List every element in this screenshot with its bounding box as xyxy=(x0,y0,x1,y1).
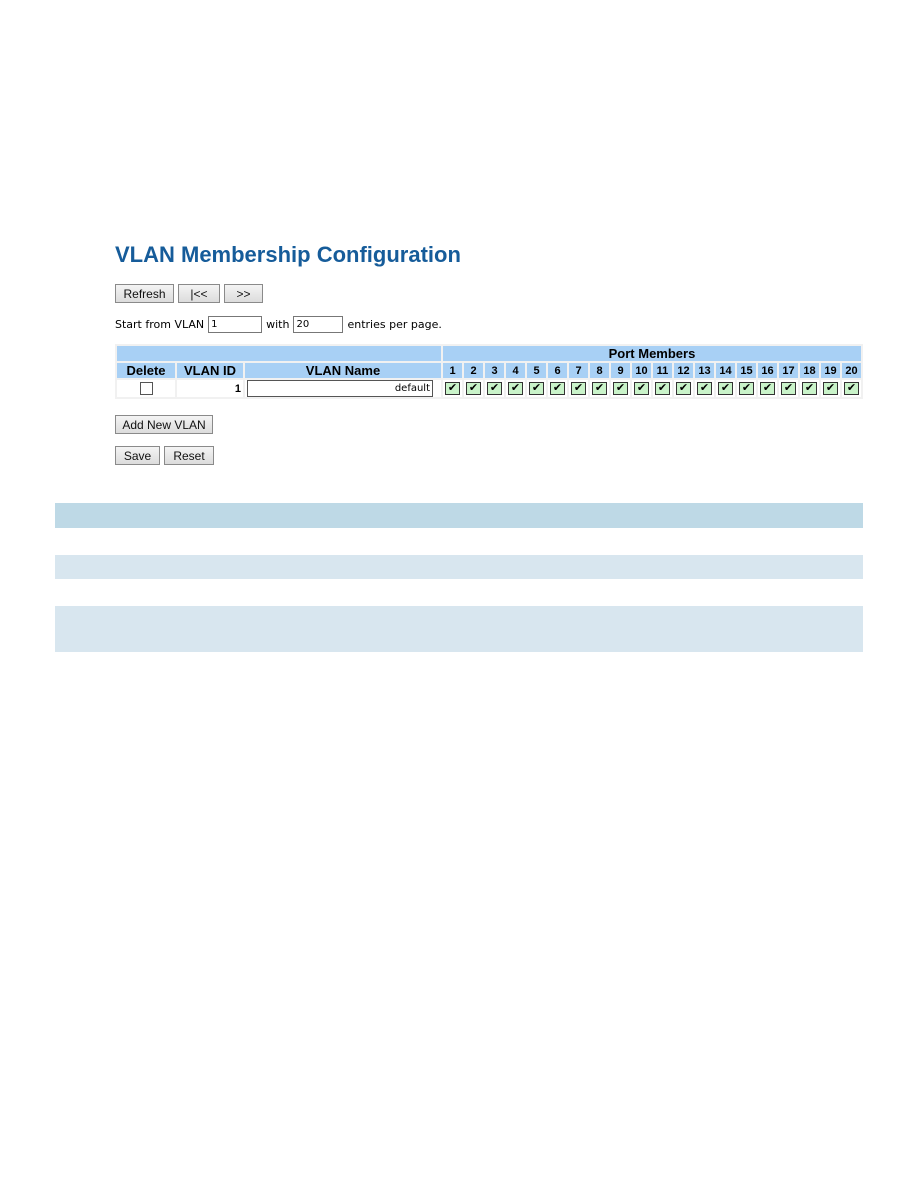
port-5-member-checkbox[interactable]: ✔ xyxy=(529,382,544,395)
port-3-member-checkbox[interactable]: ✔ xyxy=(487,382,502,395)
port-20-member-checkbox[interactable]: ✔ xyxy=(844,382,859,395)
port-13-member-checkbox[interactable]: ✔ xyxy=(697,382,712,395)
first-page-button[interactable]: |<< xyxy=(178,284,220,303)
port-member-cell: ✔ xyxy=(443,380,462,397)
port-6-member-checkbox[interactable]: ✔ xyxy=(550,382,565,395)
header-port-3: 3 xyxy=(485,363,504,378)
header-port-17: 17 xyxy=(779,363,798,378)
header-spacer xyxy=(117,346,441,361)
port-member-cell: ✔ xyxy=(590,380,609,397)
vlan-name-input[interactable] xyxy=(247,380,433,397)
header-port-13: 13 xyxy=(695,363,714,378)
info-table-row xyxy=(55,606,863,652)
port-1-member-checkbox[interactable]: ✔ xyxy=(445,382,460,395)
header-port-15: 15 xyxy=(737,363,756,378)
port-member-cell: ✔ xyxy=(758,380,777,397)
header-port-6: 6 xyxy=(548,363,567,378)
port-member-cell: ✔ xyxy=(506,380,525,397)
header-port-12: 12 xyxy=(674,363,693,378)
entries-suffix-label: entries per page. xyxy=(347,318,442,331)
header-port-9: 9 xyxy=(611,363,630,378)
table-row: 1 ✔ ✔ ✔ ✔ ✔ ✔ ✔ ✔ ✔ ✔ ✔ ✔ ✔ ✔ ✔ ✔ ✔ ✔ ✔ ✔ xyxy=(117,380,861,397)
header-port-members: Port Members xyxy=(443,346,861,361)
start-vlan-input[interactable] xyxy=(208,316,263,333)
next-page-button[interactable]: >> xyxy=(224,284,263,303)
port-member-cell: ✔ xyxy=(632,380,651,397)
page-title: VLAN Membership Configuration xyxy=(115,242,461,267)
header-port-4: 4 xyxy=(506,363,525,378)
start-from-label: Start from VLAN xyxy=(115,318,205,331)
port-member-cell: ✔ xyxy=(779,380,798,397)
header-port-16: 16 xyxy=(758,363,777,378)
port-member-cell: ✔ xyxy=(695,380,714,397)
refresh-button[interactable]: Refresh xyxy=(115,284,174,303)
port-member-cell: ✔ xyxy=(716,380,735,397)
header-port-18: 18 xyxy=(800,363,819,378)
header-delete: Delete xyxy=(117,363,175,378)
port-member-cell: ✔ xyxy=(527,380,546,397)
vlan-membership-table: Port Members Delete VLAN ID VLAN Name 12… xyxy=(115,344,863,399)
header-port-14: 14 xyxy=(716,363,735,378)
port-member-cell: ✔ xyxy=(737,380,756,397)
add-new-vlan-button[interactable]: Add New VLAN xyxy=(115,415,213,434)
header-vlan-id: VLAN ID xyxy=(177,363,243,378)
port-9-member-checkbox[interactable]: ✔ xyxy=(613,382,628,395)
port-member-cell: ✔ xyxy=(464,380,483,397)
port-11-member-checkbox[interactable]: ✔ xyxy=(655,382,670,395)
entries-per-page-input[interactable] xyxy=(293,316,344,333)
header-port-1: 1 xyxy=(443,363,462,378)
header-port-10: 10 xyxy=(632,363,651,378)
header-vlan-name: VLAN Name xyxy=(245,363,441,378)
vlan-id-cell: 1 xyxy=(177,380,243,397)
port-member-cell: ✔ xyxy=(548,380,567,397)
header-port-5: 5 xyxy=(527,363,546,378)
header-port-7: 7 xyxy=(569,363,588,378)
port-19-member-checkbox[interactable]: ✔ xyxy=(823,382,838,395)
with-label: with xyxy=(266,318,290,331)
header-port-11: 11 xyxy=(653,363,672,378)
port-4-member-checkbox[interactable]: ✔ xyxy=(508,382,523,395)
port-14-member-checkbox[interactable]: ✔ xyxy=(718,382,733,395)
header-port-19: 19 xyxy=(821,363,840,378)
info-table-row xyxy=(55,555,863,579)
header-port-8: 8 xyxy=(590,363,609,378)
info-table-header xyxy=(55,503,863,528)
port-7-member-checkbox[interactable]: ✔ xyxy=(571,382,586,395)
save-button[interactable]: Save xyxy=(115,446,160,465)
port-member-cell: ✔ xyxy=(485,380,504,397)
port-15-member-checkbox[interactable]: ✔ xyxy=(739,382,754,395)
port-2-member-checkbox[interactable]: ✔ xyxy=(466,382,481,395)
delete-checkbox[interactable] xyxy=(139,382,153,395)
port-17-member-checkbox[interactable]: ✔ xyxy=(781,382,796,395)
port-12-member-checkbox[interactable]: ✔ xyxy=(676,382,691,395)
port-10-member-checkbox[interactable]: ✔ xyxy=(634,382,649,395)
header-port-2: 2 xyxy=(464,363,483,378)
port-member-cell: ✔ xyxy=(800,380,819,397)
header-port-20: 20 xyxy=(842,363,861,378)
paging-controls: Start from VLAN with entries per page. xyxy=(115,316,442,333)
port-member-cell: ✔ xyxy=(611,380,630,397)
port-member-cell: ✔ xyxy=(842,380,861,397)
vlan-name-cell xyxy=(245,380,441,397)
port-18-member-checkbox[interactable]: ✔ xyxy=(802,382,817,395)
delete-cell xyxy=(117,380,175,397)
port-member-cell: ✔ xyxy=(821,380,840,397)
port-member-cell: ✔ xyxy=(653,380,672,397)
port-8-member-checkbox[interactable]: ✔ xyxy=(592,382,607,395)
port-16-member-checkbox[interactable]: ✔ xyxy=(760,382,775,395)
reset-button[interactable]: Reset xyxy=(164,446,214,465)
port-member-cell: ✔ xyxy=(569,380,588,397)
port-member-cell: ✔ xyxy=(674,380,693,397)
